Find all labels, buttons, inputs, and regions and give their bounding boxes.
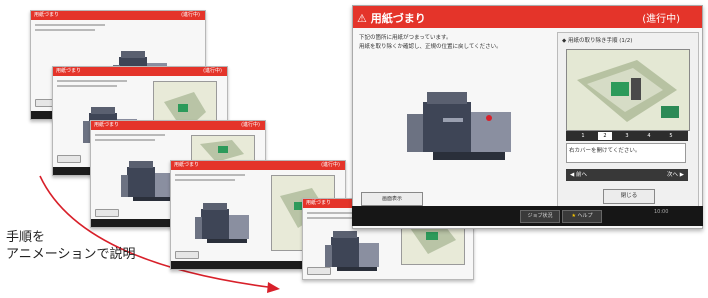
screen-title: 用紙づまり xyxy=(34,12,60,18)
left-button[interactable] xyxy=(57,155,81,163)
copier-icon xyxy=(407,92,511,160)
screen-title: ⚠ 用紙づまり xyxy=(357,12,426,25)
message-text: 下記の箇所に用紙がつまっています。 用紙を取り除くか確認し、正規の位置に戻してく… xyxy=(359,35,502,50)
left-button[interactable] xyxy=(175,251,199,259)
screen-title: 用紙づまり xyxy=(306,200,332,206)
title-bar: 用紙づまり (進行中) xyxy=(171,161,345,170)
title-bar: 用紙づまり (進行中) xyxy=(91,121,265,130)
status-label: (進行中) xyxy=(321,162,340,168)
title-bar: 用紙づまり (進行中) xyxy=(31,11,205,20)
screen-main: ⚠ 用紙づまり (進行中) 下記の箇所に用紙がつまっています。 用紙を取り除くか… xyxy=(352,5,703,229)
panel-title: ◆ 用紙の取り除き手順 (1/2) xyxy=(562,38,633,44)
illustration-panel xyxy=(566,49,690,131)
caption-line-1: 手順を xyxy=(6,230,46,245)
status-label: (進行中) xyxy=(203,68,222,74)
copier-icon xyxy=(325,231,379,271)
prev-button[interactable]: ◀ 前へ xyxy=(570,169,587,181)
step-3[interactable]: 3 xyxy=(620,132,634,140)
left-button[interactable]: 画面表示 xyxy=(361,192,423,206)
status-label: (進行中) xyxy=(241,122,260,128)
instruction-text: 右カバーを開けてください。 xyxy=(566,143,686,163)
status-label: (進行中) xyxy=(642,14,680,25)
step-5[interactable]: 5 xyxy=(664,132,678,140)
screen-title: 用紙づまり xyxy=(56,68,82,74)
left-button[interactable] xyxy=(307,267,331,275)
job-status-button[interactable]: ジョブ状況 xyxy=(520,210,560,223)
title-bar: ⚠ 用紙づまり (進行中) xyxy=(353,6,702,28)
title-bar: 用紙づまり (進行中) xyxy=(53,67,227,76)
alert-icon: ⚠ xyxy=(357,12,367,25)
left-button[interactable] xyxy=(95,209,119,217)
status-readout: 10:00 xyxy=(654,209,669,215)
step-4[interactable]: 4 xyxy=(642,132,656,140)
step-indicator: 1 2 3 4 5 xyxy=(566,131,688,141)
star-icon: ★ xyxy=(571,213,576,219)
next-button[interactable]: 次へ ▶ xyxy=(667,169,684,181)
screen-title: 用紙づまり xyxy=(174,162,200,168)
step-2[interactable]: 2 xyxy=(598,132,612,140)
step-1[interactable]: 1 xyxy=(576,132,590,140)
status-label: (進行中) xyxy=(181,12,200,18)
screen-title: 用紙づまり xyxy=(94,122,120,128)
step-navigation: ◀ 前へ 次へ ▶ xyxy=(566,169,688,181)
close-button[interactable]: 閉じる xyxy=(603,189,655,204)
procedure-panel: ◆ 用紙の取り除き手順 (1/2) 1 2 3 4 5 右カバーを開けてください… xyxy=(557,32,699,210)
copier-icon xyxy=(195,203,249,243)
paper-path-icon xyxy=(567,50,689,130)
help-button[interactable]: ★ ヘルプ xyxy=(562,210,602,223)
caption-line-2: アニメーションで説明 xyxy=(6,247,136,262)
device-bottom-bar: ジョブ状況 ★ ヘルプ 10:00 xyxy=(352,206,703,226)
caption: 手順を アニメーションで説明 xyxy=(6,229,135,263)
